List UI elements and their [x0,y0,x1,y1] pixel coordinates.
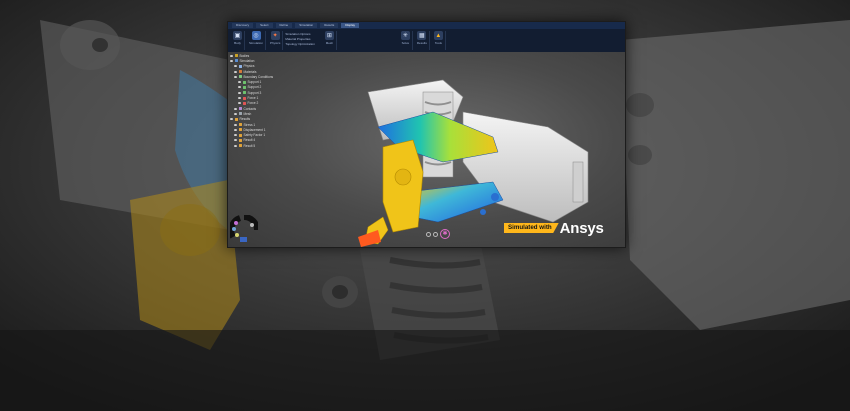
ribbon-list-item[interactable]: Material Properties [285,37,315,41]
tree-node-icon [235,59,238,63]
ansys-logo: Ansys [559,219,604,237]
physics-icon: ✦ [270,31,280,40]
visibility-eye-icon[interactable] [234,139,237,142]
tree-node-icon [239,144,242,148]
visibility-eye-icon[interactable] [230,59,233,62]
tree-node-icon [239,133,242,137]
tree-item-label: Result 5 [243,143,256,148]
tree-item-label: Results [239,117,251,122]
simulated-with-badge: Simulated with Ansys [504,219,604,237]
visibility-eye-icon[interactable] [234,107,237,110]
tree-node-icon [235,54,238,58]
tools-icon: ▲ [433,31,443,40]
ribbon-mesh-button[interactable]: ⊞ Mesh [323,31,337,50]
results-icon: ▦ [417,31,427,40]
pan-icon[interactable] [433,232,438,237]
visibility-eye-icon[interactable] [230,54,233,57]
tab-simulation[interactable]: Simulation [295,23,318,28]
visibility-eye-icon[interactable] [234,128,237,131]
structure-tree: Bodies Simulation Physics Materials Boundary… [230,53,325,148]
tree-item-label: Contacts [243,106,257,111]
tab-select[interactable]: Select [256,23,273,28]
ribbon-label: Body [234,41,241,45]
visibility-eye-icon[interactable] [238,86,241,89]
ribbon-results-button[interactable]: ▦ Results [415,31,430,50]
visibility-eye-icon[interactable] [234,70,237,73]
tree-item-label: Boundary Conditions [243,74,274,79]
solve-icon: ✳ [400,31,410,40]
ribbon-list-item[interactable]: Simulation Options [285,32,315,36]
tree-item-label: Mesh [243,111,252,116]
tree-node-icon [243,80,246,84]
visibility-eye-icon[interactable] [234,65,237,68]
tree-item-label: Force 1 [247,96,259,101]
ribbon-label: Simulation [249,41,264,45]
tree-item[interactable]: Result 5 [230,143,325,148]
tree-item-label: Displacement 1 [243,127,266,132]
badge-label: Simulated with [504,223,559,233]
tree-node-icon [243,85,246,89]
mesh-icon: ⊞ [324,31,334,40]
tree-node-icon [243,96,246,100]
ribbon-label: Physics [270,41,281,45]
tree-node-icon [239,128,242,132]
tree-node-icon [239,112,242,116]
tree-node-icon [243,101,246,105]
visibility-eye-icon[interactable] [238,91,241,94]
ribbon-simulation-button[interactable]: ◎ Simulation [247,31,267,50]
tree-node-icon [235,117,238,121]
tree-node-icon [239,138,242,142]
simulation-app-window: Discovery Select Refine Simulation Resul… [227,21,626,248]
ribbon-list-item[interactable]: Topology Optimization [285,42,315,46]
suspension-model-render[interactable] [323,52,625,247]
visibility-eye-icon[interactable] [234,75,237,78]
visibility-eye-icon[interactable] [238,97,241,100]
visibility-eye-icon[interactable] [234,123,237,126]
tree-node-icon [239,70,242,74]
tree-item-label: Bodies [239,53,250,58]
visibility-eye-icon[interactable] [238,81,241,84]
ribbon-label: Tools [434,41,442,45]
tab-results[interactable]: Results [320,23,339,28]
simulation-icon: ◎ [251,31,261,40]
tree-node-icon [239,123,242,126]
ribbon-solve-button[interactable]: ✳ Solve [399,31,413,50]
tree-item-label: Safety Factor 1 [243,133,266,138]
body-icon: ▣ [233,31,242,40]
tree-item-label: Simulation [239,58,255,63]
ribbon-physics-button[interactable]: ✦ Physics [268,31,284,50]
ribbon-label: Results [416,41,427,45]
tree-item-label: Support 1 [247,80,262,85]
tree-item-label: Support 2 [247,85,262,90]
view-controls [426,232,438,237]
center-view-icon[interactable]: ✱ [440,229,450,239]
ribbon-body-button[interactable]: ▣ Body [231,31,245,50]
visibility-eye-icon[interactable] [234,144,237,147]
tab-bar: Discovery Select Refine Simulation Resul… [228,22,625,29]
tree-item-label: Physics [243,64,255,69]
ribbon-label: Solve [401,41,410,45]
tab-display[interactable]: Display [341,23,360,28]
visibility-eye-icon[interactable] [238,102,241,105]
tree-item-label: Materials [243,69,257,74]
navigation-wheel[interactable] [230,215,258,245]
tree-item-label: Result 4 [243,138,256,143]
ribbon-options-list: Simulation Options Material Properties T… [285,31,315,46]
tree-node-icon [239,107,242,111]
tree-item-label: Force 2 [247,101,259,106]
tree-node-icon [239,75,242,79]
tree-item-label: Support 3 [247,90,262,95]
ribbon-label: Mesh [325,41,334,45]
visibility-eye-icon[interactable] [234,134,237,137]
visibility-eye-icon[interactable] [230,118,233,121]
tab-discovery[interactable]: Discovery [232,23,254,28]
zoom-icon[interactable] [426,232,431,237]
tree-node-icon [239,64,242,68]
ribbon-tools-button[interactable]: ▲ Tools [432,31,446,50]
tree-item-label: Stress 1 [243,122,256,127]
tab-refine[interactable]: Refine [275,23,293,28]
ribbon-toolbar: ▣ Body ◎ Simulation ✦ Physics Simulation… [228,29,625,52]
visibility-eye-icon[interactable] [234,112,237,115]
tree-node-icon [243,91,246,95]
